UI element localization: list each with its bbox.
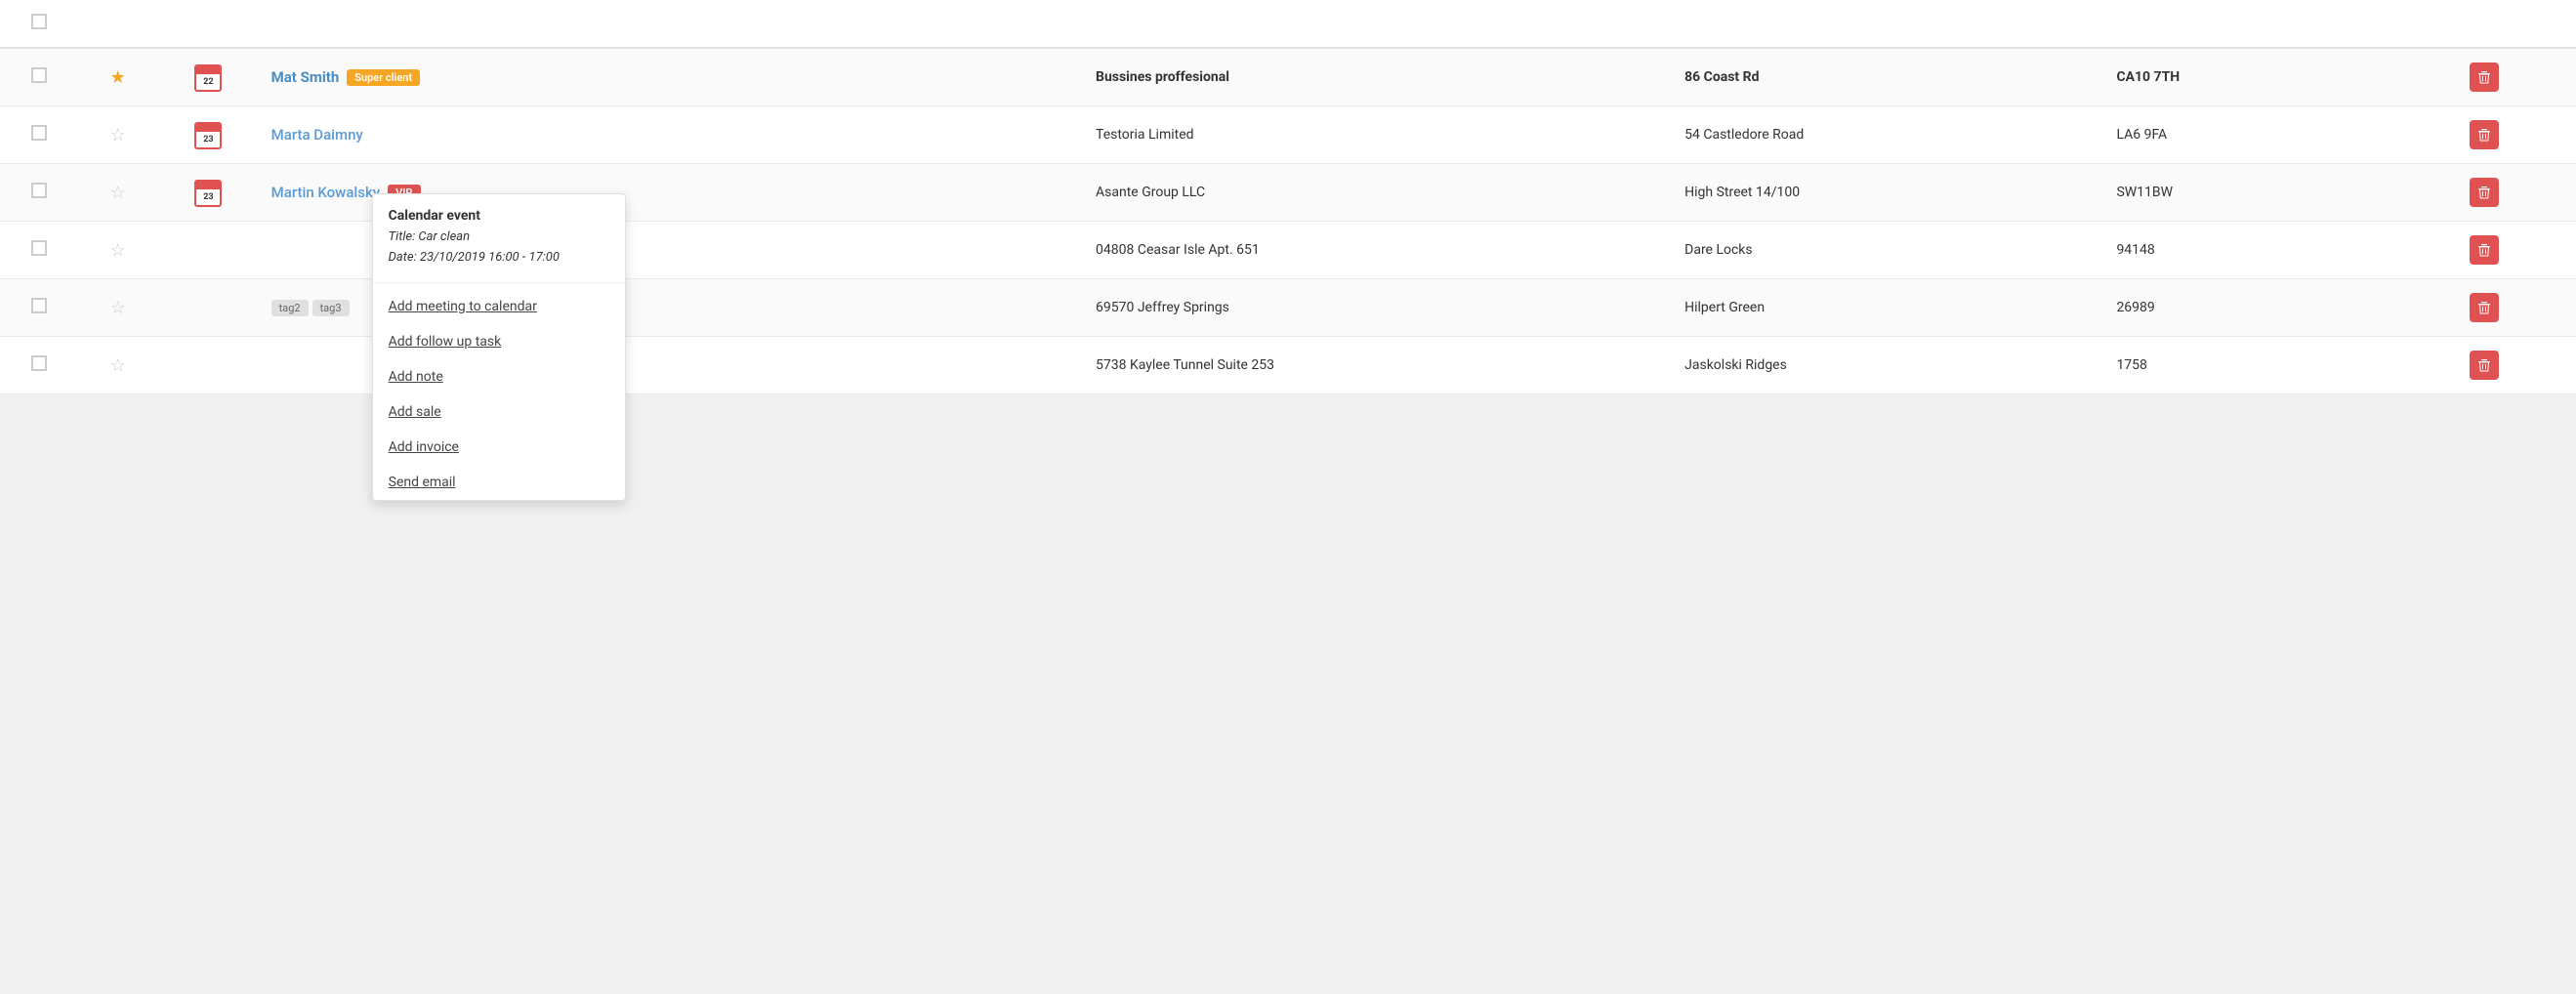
contact-name[interactable]: Martin Kowalsky xyxy=(271,184,381,201)
star-icon[interactable]: ☆ xyxy=(110,298,126,318)
delete-button[interactable] xyxy=(2470,293,2499,322)
popup-menu-item[interactable]: Add invoice xyxy=(373,430,625,465)
popup-car-title: Title: Car clean xyxy=(389,228,609,248)
contact-street: High Street 14/100 xyxy=(1684,185,1800,200)
popup-menu-item[interactable]: Add meeting to calendar xyxy=(373,289,625,324)
row-checkbox[interactable] xyxy=(31,183,47,198)
calendar-popup: Calendar event Title: Car clean Date: 23… xyxy=(372,193,626,501)
contact-postcode: 94148 xyxy=(2116,242,2154,258)
contact-street: 54 Castledore Road xyxy=(1684,127,1804,143)
table-row: ★ 22 Mat Smith Super client Bussines proff… xyxy=(0,48,2576,106)
popup-divider xyxy=(373,282,625,283)
calendar-day: 23 xyxy=(196,189,220,205)
select-all-checkbox[interactable] xyxy=(31,14,47,29)
row-checkbox[interactable] xyxy=(31,240,47,256)
header-action-col xyxy=(2458,0,2576,48)
contact-tag: tag3 xyxy=(312,300,350,316)
popup-menu-item[interactable]: Add follow up task xyxy=(373,324,625,359)
calendar-icon[interactable]: 22 xyxy=(194,64,222,92)
header-street xyxy=(1673,0,2104,48)
delete-button[interactable] xyxy=(2470,120,2499,149)
delete-button[interactable] xyxy=(2470,351,2499,380)
star-icon[interactable]: ☆ xyxy=(110,125,126,145)
contact-description: Bussines proffesional xyxy=(1096,69,1229,85)
star-icon[interactable]: ☆ xyxy=(110,355,126,376)
table-row: ☆ 23 Martin KowalskyVIP Calendar event T… xyxy=(0,164,2576,222)
popup-menu-item[interactable]: Send email xyxy=(373,465,625,500)
contact-street: Dare Locks xyxy=(1684,242,1753,258)
popup-menu-item[interactable]: Add sale xyxy=(373,394,625,430)
table-row: ☆ 23 Marta Daimny Testoria Limited 54 Cast… xyxy=(0,106,2576,164)
contact-badge: Super client xyxy=(347,69,420,86)
contact-description: Asante Group LLC xyxy=(1096,185,1205,200)
contact-name[interactable]: Marta Daimny xyxy=(271,126,363,144)
calendar-top xyxy=(196,124,220,132)
header-calendar-col xyxy=(157,0,260,48)
contact-name[interactable]: Mat Smith xyxy=(271,68,340,86)
row-checkbox[interactable] xyxy=(31,67,47,83)
row-checkbox[interactable] xyxy=(31,125,47,141)
contact-description: 04808 Ceasar Isle Apt. 651 xyxy=(1096,242,1260,258)
popup-menu-item[interactable]: Add note xyxy=(373,359,625,394)
popup-date: Date: 23/10/2019 16:00 - 17:00 xyxy=(389,248,609,269)
contact-description: 5738 Kaylee Tunnel Suite 253 xyxy=(1096,357,1274,373)
contact-description: Testoria Limited xyxy=(1096,127,1194,143)
header-name xyxy=(260,0,1084,48)
contact-postcode: 1758 xyxy=(2116,357,2146,373)
header-description xyxy=(1084,0,1673,48)
calendar-day: 23 xyxy=(196,132,220,147)
header-star-col xyxy=(78,0,157,48)
header-postcode xyxy=(2104,0,2458,48)
star-icon[interactable]: ☆ xyxy=(110,240,126,261)
contact-street: Jaskolski Ridges xyxy=(1684,357,1787,373)
calendar-day: 22 xyxy=(196,74,220,90)
contact-postcode: 26989 xyxy=(2116,300,2154,315)
calendar-top xyxy=(196,182,220,189)
star-icon[interactable]: ☆ xyxy=(110,183,126,203)
contact-street: 86 Coast Rd xyxy=(1684,69,1759,85)
calendar-top xyxy=(196,66,220,74)
contact-description: 69570 Jeffrey Springs xyxy=(1096,300,1229,315)
calendar-icon[interactable]: 23 xyxy=(194,122,222,149)
calendar-icon[interactable]: 23 xyxy=(194,180,222,207)
contact-postcode: LA6 9FA xyxy=(2116,127,2167,143)
star-icon[interactable]: ★ xyxy=(110,67,126,88)
row-checkbox[interactable] xyxy=(31,298,47,313)
delete-button[interactable] xyxy=(2470,235,2499,265)
contact-postcode: CA10 7TH xyxy=(2116,69,2180,85)
contact-postcode: SW11BW xyxy=(2116,185,2173,200)
contact-street: Hilpert Green xyxy=(1684,300,1765,315)
contact-tag: tag2 xyxy=(271,300,309,316)
header-checkbox-col xyxy=(0,0,78,48)
row-checkbox[interactable] xyxy=(31,355,47,371)
delete-button[interactable] xyxy=(2470,178,2499,207)
popup-event-title: Calendar event xyxy=(389,208,609,224)
popup-header: Calendar event Title: Car clean Date: 23… xyxy=(373,194,625,276)
delete-button[interactable] xyxy=(2470,62,2499,92)
